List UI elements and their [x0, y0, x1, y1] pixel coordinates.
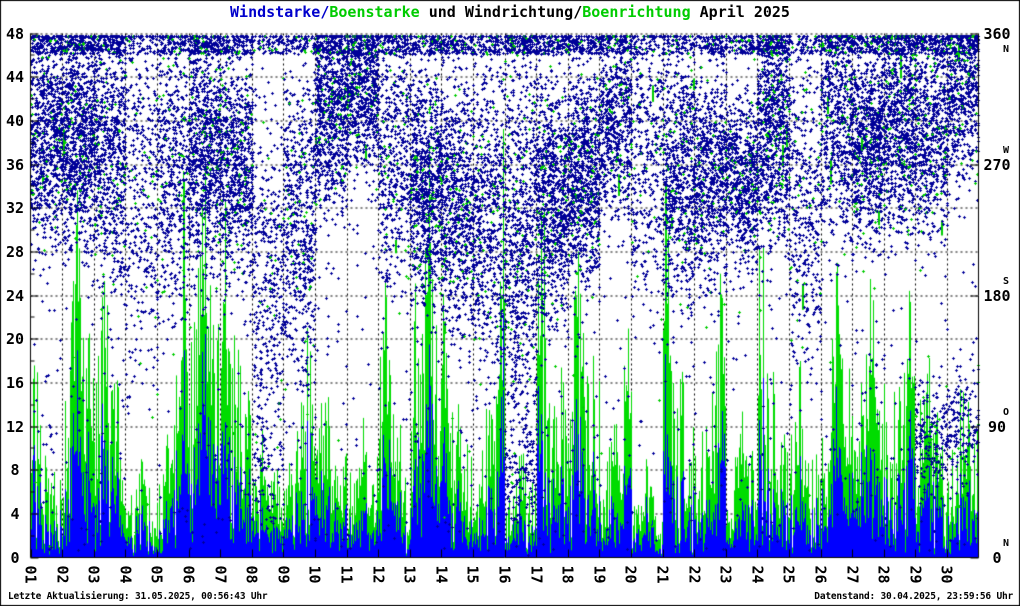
chart-title-segment: April 2025	[690, 3, 790, 21]
x-axis-day-label: 09	[274, 565, 293, 584]
x-axis-day-label: 08	[242, 565, 261, 584]
chart-title: Windstarke/Boenstarke und Windrichtung/B…	[0, 3, 1020, 21]
last-update-text: Letzte Aktualisierung: 31.05.2025, 00:56…	[8, 591, 268, 602]
x-axis-day-label: 25	[779, 565, 798, 584]
x-axis-day-label: 22	[685, 565, 704, 584]
direction-letter: W	[1002, 144, 1009, 156]
x-axis-day-label: 16	[495, 565, 514, 584]
y2-axis-tick-label: 90	[987, 417, 1007, 436]
x-axis-day-label: 04	[116, 565, 135, 584]
x-axis-day-label: 21	[653, 565, 672, 584]
y-axis-tick-label: 48	[5, 24, 25, 43]
x-axis-day-label: 26	[811, 565, 830, 584]
y-axis-tick-label: 36	[5, 155, 25, 174]
y-axis-tick-label: 4	[10, 504, 20, 523]
x-axis-day-label: 14	[432, 565, 451, 584]
y-axis-tick-label: 12	[5, 417, 25, 436]
x-axis-day-label: 24	[748, 565, 767, 584]
chart-title-segment: Boenstarke	[329, 3, 420, 21]
direction-letter: N	[1002, 537, 1009, 549]
x-axis-day-label: 30	[937, 565, 956, 584]
x-axis-day-label: 27	[843, 565, 862, 584]
chart-title-segment: und Windrichtung/	[419, 3, 583, 21]
x-axis-day-label: 10	[305, 565, 324, 584]
direction-letter: O	[1002, 406, 1009, 418]
x-axis-day-label: 17	[527, 565, 546, 584]
y-axis-tick-label: 20	[5, 330, 25, 349]
x-axis-day-label: 07	[211, 565, 230, 584]
x-axis-day-label: 23	[716, 565, 735, 584]
x-axis-day-label: 11	[337, 565, 356, 584]
y2-axis-tick-label: 270	[983, 155, 1011, 174]
data-status-text: Datenstand: 30.04.2025, 23:59:56 Uhr	[814, 591, 1013, 602]
y-axis-tick-label: 40	[5, 111, 25, 130]
y-axis-tick-label: 28	[5, 242, 25, 261]
y-axis-tick-label: 32	[5, 199, 25, 218]
wind-chart-page: Windstarke/Boenstarke und Windrichtung/B…	[0, 0, 1020, 606]
y2-axis-tick-label: 0	[992, 548, 1002, 567]
x-axis-day-label: 18	[558, 565, 577, 584]
direction-letter: S	[1002, 275, 1009, 287]
y2-axis-tick-label: 180	[983, 286, 1011, 305]
x-axis-day-label: 28	[874, 565, 893, 584]
x-axis-day-label: 12	[369, 565, 388, 584]
x-axis-day-label: 20	[621, 565, 640, 584]
y-axis-tick-label: 24	[5, 286, 25, 305]
x-axis-day-label: 19	[590, 565, 609, 584]
chart-title-segment: Windstarke/	[230, 3, 330, 21]
x-axis-day-label: 03	[84, 565, 103, 584]
wind-gust-chart-canvas	[0, 0, 1020, 606]
y-axis-tick-label: 8	[10, 461, 20, 480]
x-axis-day-label: 01	[21, 565, 40, 584]
x-axis-day-label: 13	[400, 565, 419, 584]
y-axis-tick-label: 44	[5, 68, 25, 87]
x-axis-day-label: 02	[53, 565, 72, 584]
direction-letter: N	[1002, 43, 1009, 55]
x-axis-day-label: 06	[179, 565, 198, 584]
x-axis-day-label: 15	[463, 565, 482, 584]
x-axis-day-label: 05	[147, 565, 166, 584]
y2-axis-tick-label: 360	[983, 24, 1011, 43]
chart-title-segment: Boenrichtung	[582, 3, 691, 21]
y-axis-tick-label: 16	[5, 373, 25, 392]
x-axis-day-label: 29	[906, 565, 925, 584]
